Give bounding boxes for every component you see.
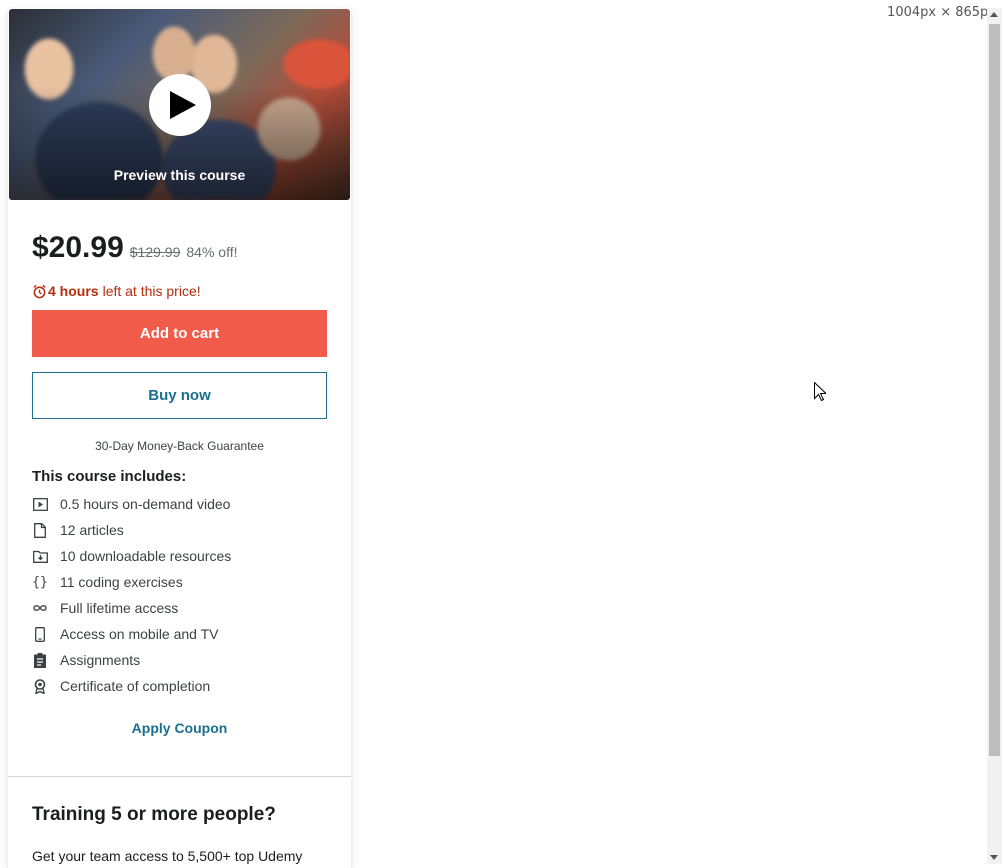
price-timer: 4 hours left at this price!	[32, 283, 201, 299]
training-description: Get your team access to 5,500+ top Udemy	[32, 848, 303, 864]
price-row: $20.99 $129.99 84% off!	[32, 231, 238, 265]
apply-coupon-link[interactable]: Apply Coupon	[8, 720, 351, 736]
add-to-cart-button[interactable]: Add to cart	[32, 310, 327, 357]
section-divider	[8, 776, 351, 777]
buy-now-button[interactable]: Buy now	[32, 372, 327, 419]
alarm-clock-icon	[32, 284, 47, 299]
preview-course-label: Preview this course	[113, 167, 246, 183]
list-item: Assignments	[32, 647, 231, 673]
includes-heading: This course includes:	[32, 468, 187, 485]
timer-hours: 4 hours	[48, 283, 99, 299]
list-item: 0.5 hours on-demand video	[32, 491, 231, 517]
scroll-down-arrow-icon[interactable]	[990, 855, 998, 860]
list-item: Full lifetime access	[32, 595, 231, 621]
money-back-guarantee: 30-Day Money-Back Guarantee	[95, 439, 264, 453]
code-braces-icon: {}	[32, 574, 48, 590]
discount-percent: 84% off!	[186, 244, 238, 260]
list-item: Access on mobile and TV	[32, 621, 231, 647]
file-icon	[32, 522, 48, 538]
original-price: $129.99	[129, 244, 181, 260]
video-icon	[32, 496, 48, 512]
scrollbar-thumb[interactable]	[989, 24, 1000, 756]
course-purchase-card: Preview this course $20.99 $129.99 84% o…	[8, 8, 351, 868]
list-item: {} 11 coding exercises	[32, 574, 183, 590]
list-item: 12 articles	[32, 517, 231, 543]
list-item: 10 downloadable resources	[32, 543, 231, 569]
training-heading: Training 5 or more people?	[32, 804, 276, 825]
includes-list: 0.5 hours on-demand video 12 articles 10…	[32, 491, 231, 699]
course-preview-video[interactable]: Preview this course	[9, 9, 350, 200]
vertical-scrollbar[interactable]	[987, 8, 1002, 864]
scroll-up-arrow-icon[interactable]	[990, 12, 998, 17]
mouse-pointer-icon	[814, 381, 828, 406]
play-icon[interactable]	[149, 74, 211, 136]
list-item: Certificate of completion	[32, 673, 231, 699]
mobile-icon	[32, 626, 48, 642]
download-folder-icon	[32, 548, 48, 564]
certificate-icon	[32, 678, 48, 694]
current-price: $20.99	[32, 231, 124, 264]
clipboard-icon	[32, 652, 48, 668]
infinity-icon	[32, 600, 48, 616]
viewport-size-label: 1004px × 865px	[887, 5, 996, 20]
timer-text: left at this price!	[102, 283, 201, 299]
